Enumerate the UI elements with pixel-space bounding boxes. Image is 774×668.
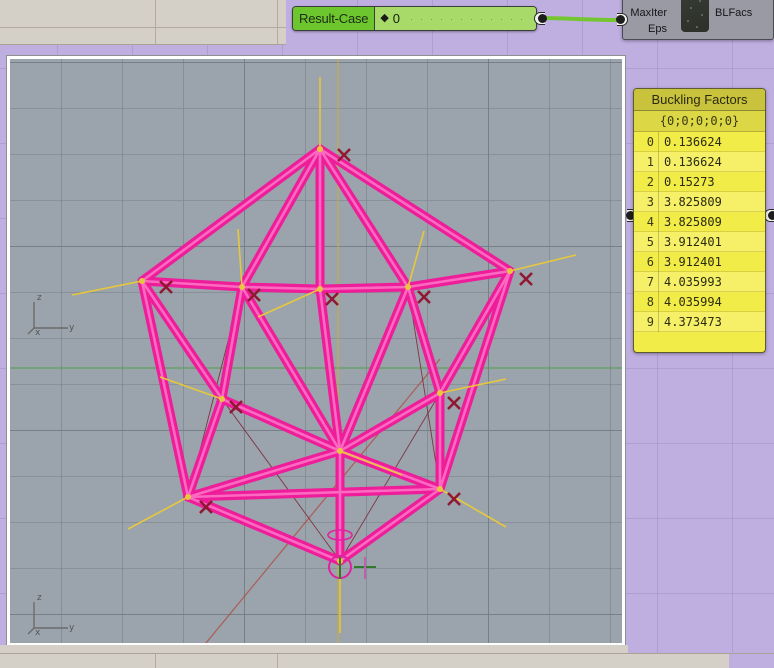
panel-row-value: 4.035994	[659, 295, 722, 309]
panel-row-value: 3.825809	[659, 195, 722, 209]
toolbar-row-secondary[interactable]	[0, 29, 286, 45]
input-param-maxiter[interactable]: MaxIter	[630, 7, 667, 19]
panel-row-index: 5	[634, 235, 658, 249]
panel-row: 74.035993	[634, 272, 765, 292]
rhino-viewport-frame: z y x z y x	[6, 55, 626, 647]
panel-row-value: 0.15273	[659, 175, 715, 189]
panel-row-value: 0.136624	[659, 135, 722, 149]
panel-row: 43.825809	[634, 212, 765, 232]
panel-row: 84.035994	[634, 292, 765, 312]
nub-dot-icon	[616, 15, 625, 24]
result-case-slider[interactable]: Result-Case ◆ 0	[292, 6, 537, 31]
panel-data-path: {0;0;0;0;0}	[634, 111, 765, 132]
panel-row-index: 0	[634, 135, 658, 149]
panel-row-index: 3	[634, 195, 658, 209]
slider-track[interactable]: ◆ 0	[375, 7, 536, 30]
panel-row: 94.373473	[634, 312, 765, 332]
slider-ticks	[411, 19, 528, 20]
nub-dot-icon	[538, 14, 547, 23]
panel-row-value: 3.825809	[659, 215, 722, 229]
rhino-toolbar-area	[0, 0, 286, 45]
toolbar-divider	[277, 0, 278, 44]
input-param-eps[interactable]: Eps	[648, 23, 667, 35]
panel-row-index: 9	[634, 315, 658, 329]
structure-geometry	[10, 59, 622, 643]
slider-value: 0	[393, 11, 400, 26]
panel-row: 53.912401	[634, 232, 765, 252]
panel-title: Buckling Factors	[634, 89, 765, 111]
panel-row-index: 6	[634, 255, 658, 269]
panel-row-value: 3.912401	[659, 255, 722, 269]
status-bar	[0, 653, 774, 668]
output-param-blfacs[interactable]: BLFacs	[715, 7, 752, 19]
viewport-bottom-strip	[0, 645, 628, 653]
panel-row: 10.136624	[634, 152, 765, 172]
panel-row-index: 1	[634, 155, 658, 169]
slider-label: Result-Case	[293, 7, 375, 30]
nub-dot-icon	[768, 211, 774, 220]
toolbar-row-primary[interactable]	[0, 0, 286, 28]
app-window: Result-Case ◆ 0 MaxIter Eps BLFacs	[0, 0, 774, 668]
slider-output-nub[interactable]	[534, 12, 545, 25]
panel-row-list: 00.13662410.13662420.1527333.82580943.82…	[634, 132, 765, 332]
buckling-factors-panel[interactable]: Buckling Factors {0;0;0;0;0} 00.13662410…	[633, 88, 766, 353]
panel-row-value: 0.136624	[659, 155, 722, 169]
component-inputs: MaxIter Eps	[623, 0, 671, 39]
panel-row-value: 3.912401	[659, 235, 722, 249]
panel-row: 33.825809	[634, 192, 765, 212]
panel-row-value: 4.035993	[659, 275, 722, 289]
panel-row-index: 2	[634, 175, 658, 189]
panel-row-index: 4	[634, 215, 658, 229]
panel-row-index: 7	[634, 275, 658, 289]
panel-row-value: 4.373473	[659, 315, 722, 329]
panel-row: 20.15273	[634, 172, 765, 192]
panel-row: 00.136624	[634, 132, 765, 152]
toolbar-divider	[155, 0, 156, 44]
panel-row-index: 8	[634, 295, 658, 309]
slider-handle-icon[interactable]: ◆	[380, 13, 388, 24]
panel-row: 63.912401	[634, 252, 765, 272]
component-icon	[681, 0, 709, 32]
buckling-analysis-component[interactable]: MaxIter Eps BLFacs	[622, 0, 774, 40]
perspective-viewport[interactable]: z y x z y x	[10, 59, 622, 643]
component-outputs: BLFacs	[713, 0, 769, 41]
status-bar-canvas-tail	[729, 654, 774, 668]
